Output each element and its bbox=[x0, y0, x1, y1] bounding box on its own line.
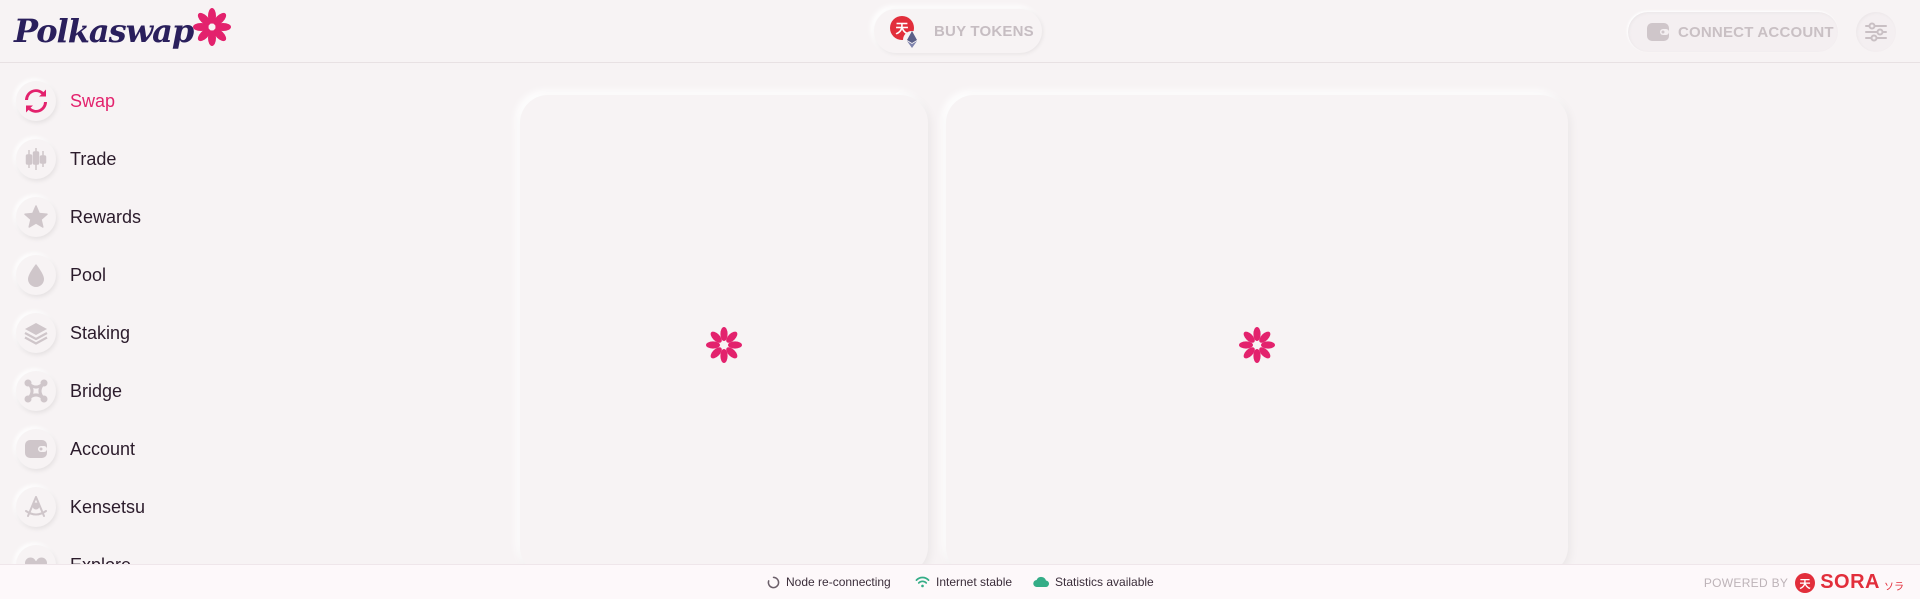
sidebar-item-label: Swap bbox=[70, 90, 116, 111]
sidebar-item-trade[interactable]: Trade bbox=[16, 137, 116, 181]
sidebar-item-rewards[interactable]: Rewards bbox=[16, 195, 141, 239]
powered-by-sora[interactable]: POWERED BY 天 SORA ソラ bbox=[1704, 571, 1904, 594]
sidebar-item-staking[interactable]: Staking bbox=[16, 311, 130, 355]
settings-button[interactable] bbox=[1856, 12, 1896, 52]
sora-kana-text: ソラ bbox=[1884, 582, 1904, 593]
sidebar-item-swap[interactable]: Swap bbox=[16, 79, 115, 123]
connect-account-button[interactable]: CONNECT ACCOUNT bbox=[1628, 12, 1838, 52]
cloud-icon bbox=[1033, 576, 1049, 588]
wallet-icon bbox=[1647, 23, 1669, 41]
logo-text: Polkaswap bbox=[14, 12, 194, 50]
star-icon bbox=[24, 205, 48, 228]
sidebar-item-label: Bridge bbox=[70, 380, 123, 401]
internet-status[interactable]: Internet stable bbox=[915, 575, 1012, 589]
sliders-icon bbox=[1865, 22, 1887, 42]
buy-tokens-button[interactable]: 天 BUY TOKENS bbox=[874, 9, 1042, 53]
kensetsu-icon bbox=[25, 496, 47, 517]
sidebar-item-pool[interactable]: Pool bbox=[16, 253, 106, 297]
swap-card bbox=[520, 95, 928, 575]
svg-text:天: 天 bbox=[1800, 577, 1812, 590]
sidebar-nav: Swap Trade Rewards Pool Staking Bridge A… bbox=[0, 64, 260, 564]
sidebar-item-label: Account bbox=[70, 438, 136, 459]
buy-tokens-label: BUY TOKENS bbox=[934, 22, 1034, 40]
sidebar-item-account[interactable]: Account bbox=[16, 427, 135, 471]
sidebar-item-label: Pool bbox=[70, 264, 107, 285]
sora-brand-text: SORA bbox=[1820, 571, 1880, 593]
node-status[interactable]: Node re-connecting bbox=[767, 575, 891, 589]
drop-icon bbox=[28, 264, 44, 287]
sidebar-item-label: Explore bbox=[70, 555, 131, 565]
header: Polkaswap 天 BUY TOKENS CONNECT ACCOUNT bbox=[0, 0, 1920, 63]
footer: Node re-connecting Internet stable Stati… bbox=[0, 564, 1920, 599]
bridge-icon bbox=[24, 379, 48, 403]
sidebar-item-kensetsu[interactable]: Kensetsu bbox=[16, 485, 145, 529]
chart-card bbox=[946, 95, 1568, 575]
layers-icon bbox=[24, 323, 48, 345]
reconnecting-spinner-icon bbox=[767, 576, 780, 588]
swap-icon bbox=[25, 89, 47, 113]
polkaswap-flower-icon bbox=[193, 8, 232, 46]
sidebar-item-label: Staking bbox=[70, 322, 131, 343]
powered-by-label: POWERED BY bbox=[1703, 575, 1789, 590]
loading-spinner-icon bbox=[706, 327, 742, 363]
sidebar-item-label: Kensetsu bbox=[70, 496, 146, 517]
sidebar-item-label: Trade bbox=[70, 148, 117, 169]
sidebar-item-bridge[interactable]: Bridge bbox=[16, 369, 122, 413]
explore-icon bbox=[25, 557, 47, 564]
connect-account-label: CONNECT ACCOUNT bbox=[1678, 23, 1834, 41]
statistics-status[interactable]: Statistics available bbox=[1033, 575, 1154, 589]
wifi-icon bbox=[915, 576, 930, 588]
node-status-text: Node re-connecting bbox=[786, 575, 891, 589]
loading-spinner-icon bbox=[1239, 327, 1275, 363]
internet-status-text: Internet stable bbox=[936, 575, 1013, 589]
statistics-status-text: Statistics available bbox=[1055, 575, 1154, 589]
sidebar-item-label: Rewards bbox=[70, 206, 142, 227]
wallet-icon bbox=[25, 440, 47, 458]
polkaswap-logo[interactable]: Polkaswap bbox=[14, 6, 233, 56]
candlestick-icon bbox=[25, 148, 47, 170]
token-pair-icon: 天 bbox=[886, 11, 926, 51]
sidebar-item-explore[interactable]: Explore bbox=[16, 543, 131, 564]
sora-logo-icon: 天 bbox=[1795, 572, 1816, 593]
